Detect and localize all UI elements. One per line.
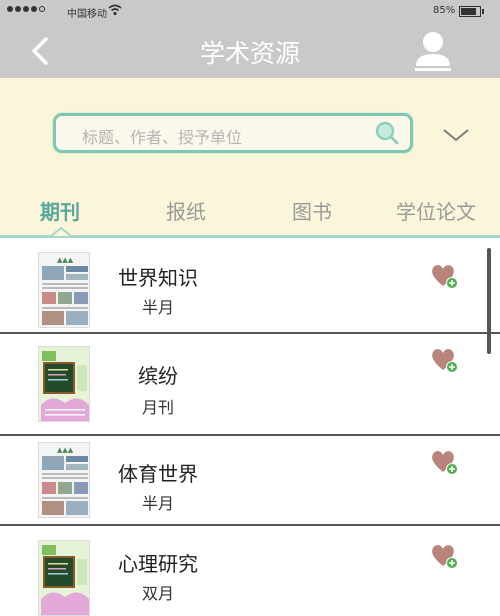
list-item[interactable]: ▲▲▲ 世界知识 半月 [0,238,500,332]
search-area: 标题、作者、授予单位 [0,78,500,182]
wifi-icon [108,4,122,16]
list-item[interactable]: ▲▲▲ 体育世界 半月 [0,436,500,524]
favorite-add-icon[interactable] [430,542,460,570]
battery-icon [459,6,484,17]
item-frequency: 半月 [141,298,174,317]
item-title: 心理研究 [118,552,198,576]
battery-percent: 85% [433,5,456,16]
item-title: 世界知识 [118,266,198,290]
list-item[interactable]: 缤纷 月刊 [0,334,500,434]
svg-text:▲▲▲: ▲▲▲ [57,256,74,264]
item-frequency: 双月 [141,584,174,603]
favorite-add-icon[interactable] [430,448,460,476]
user-icon[interactable] [413,30,453,72]
nav-bar: 学术资源 [0,24,500,78]
favorite-add-icon[interactable] [430,262,460,290]
item-frequency: 半月 [141,494,174,513]
scrollbar[interactable] [487,248,491,354]
search-icon[interactable] [374,120,400,146]
item-frequency: 月刊 [141,398,174,417]
tab-newspaper[interactable]: 报纸 [166,196,206,225]
active-tab-indicator [51,227,71,237]
tab-thesis[interactable]: 学位论文 [396,196,476,225]
item-title: 缤纷 [138,364,178,388]
journal-list: ▲▲▲ 世界知识 半月 缤纷 月刊 ▲▲▲ 体育世界 半月 心理研究 双月 [0,238,500,616]
category-tabs: 期刊 报纸 图书 学位论文 [0,182,500,238]
favorite-add-icon[interactable] [430,346,460,374]
search-input[interactable]: 标题、作者、授予单位 [53,113,413,153]
status-bar: 中国移动 85% [0,0,500,24]
item-title: 体育世界 [118,462,198,486]
signal-icon [7,6,45,12]
svg-text:▲▲▲: ▲▲▲ [57,446,74,454]
search-placeholder: 标题、作者、授予单位 [82,128,243,147]
carrier-label: 中国移动 [67,9,107,20]
tab-journal[interactable]: 期刊 [40,196,80,225]
chevron-down-icon[interactable] [441,126,471,144]
list-item[interactable]: 心理研究 双月 [0,526,500,616]
tab-books[interactable]: 图书 [292,196,332,225]
